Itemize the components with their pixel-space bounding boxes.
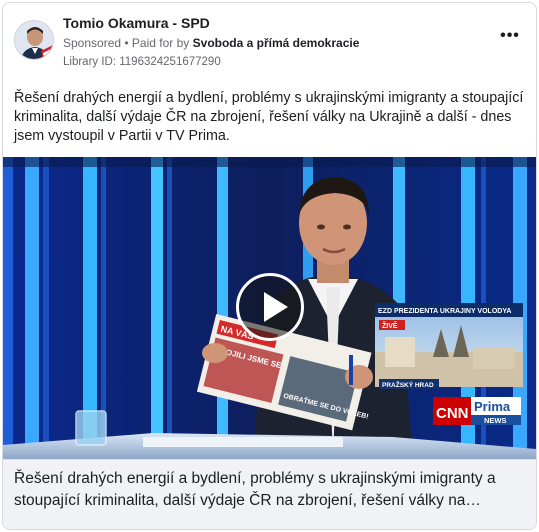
live-badge: ŽIVĚ	[382, 321, 398, 330]
more-options-icon[interactable]: •••	[500, 28, 520, 45]
post-header: Tomio Okamura - SPD Sponsored • Paid for…	[3, 3, 536, 83]
link-preview-footer[interactable]: Řešení drahých energií a bydlení, problé…	[3, 459, 536, 529]
cnn-logo-text: CNN	[436, 405, 469, 422]
paid-for-by-link[interactable]: Svoboda a přímá demokracie	[193, 36, 360, 50]
library-id: Library ID: 1196324251677290	[63, 56, 221, 68]
page-avatar[interactable]	[14, 20, 54, 60]
avatar-image	[15, 21, 53, 59]
video-player[interactable]: NA VÁS SPOJILI JSME SE OBRAŤME SE DO VOL…	[3, 157, 536, 459]
page-name-link[interactable]: Tomio Okamura - SPD	[63, 15, 210, 31]
paid-for-prefix: • Paid for by	[124, 36, 190, 50]
ad-card: Tomio Okamura - SPD Sponsored • Paid for…	[2, 2, 537, 530]
news-logo-text: NEWS	[484, 416, 507, 425]
location-label: PRAŽSKÝ HRAD	[382, 380, 434, 389]
news-ticker: EZD PREZIDENTA UKRAJINY VOLODYA	[378, 308, 511, 315]
play-icon[interactable]	[236, 273, 304, 341]
post-body-text: Řešení drahých energií a bydlení, problé…	[14, 90, 524, 144]
footer-caption: Řešení drahých energií a bydlení, problé…	[14, 470, 496, 509]
sponsored-meta: Sponsored • Paid for by Svoboda a přímá …	[63, 36, 359, 50]
sponsored-label: Sponsored	[63, 36, 122, 50]
prima-logo-text: Prima	[474, 399, 511, 414]
